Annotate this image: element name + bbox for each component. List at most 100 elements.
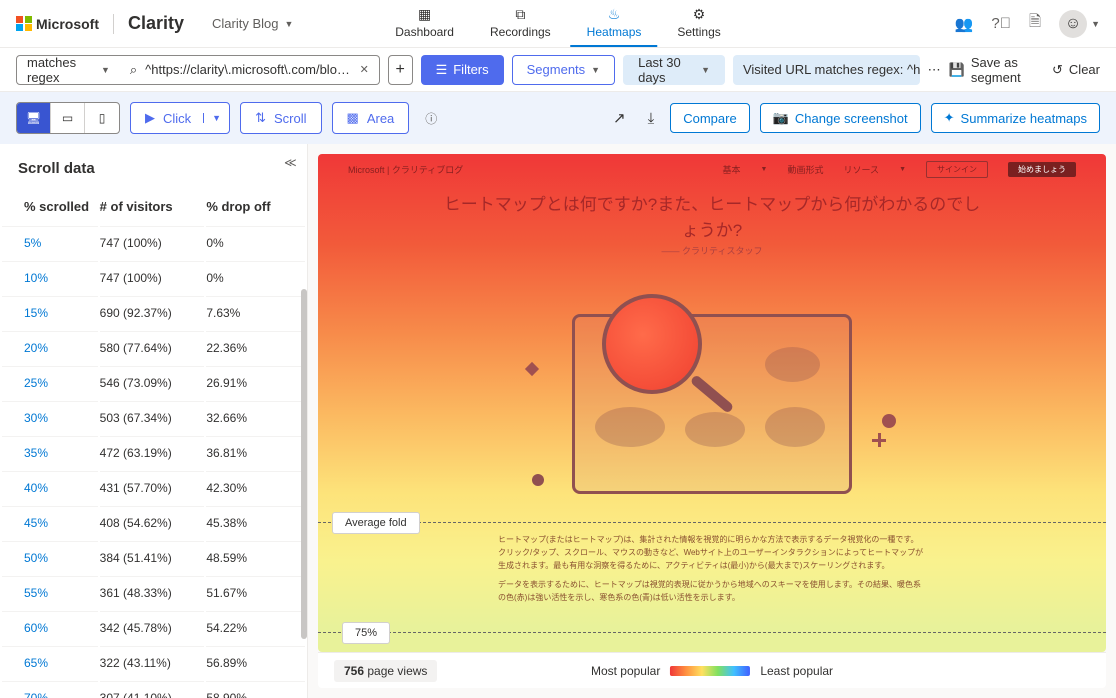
- preview-body: データを表示するために、ヒートマップは視覚的表現に従かうから地域へのスキーマを使…: [498, 579, 926, 605]
- header-right: 👥 ?⃝ 🗎 ☺ ▼: [955, 10, 1100, 38]
- chevron-down-icon: ▼: [1091, 19, 1100, 29]
- visitors-cell: 580 (77.64%): [100, 331, 205, 364]
- scroll-pct-link[interactable]: 20%: [2, 331, 98, 364]
- table-row: 20%580 (77.64%)22.36%: [2, 331, 305, 364]
- table-row: 10%747 (100%)0%: [2, 261, 305, 294]
- scroll-pct-link[interactable]: 5%: [2, 226, 98, 259]
- info-icon[interactable]: ⓘ: [425, 110, 437, 127]
- chevron-down-icon: ▼: [101, 65, 110, 75]
- scroll-pct-link[interactable]: 65%: [2, 646, 98, 679]
- scroll-pct-link[interactable]: 60%: [2, 611, 98, 644]
- visitors-cell: 503 (67.34%): [100, 401, 205, 434]
- panel-title: Scroll data: [0, 144, 307, 187]
- table-row: 50%384 (51.41%)48.59%: [2, 541, 305, 574]
- nav-heatmaps[interactable]: ♨ Heatmaps: [571, 1, 658, 47]
- table-row: 5%747 (100%)0%: [2, 226, 305, 259]
- camera-icon: 📷: [773, 110, 789, 126]
- scroll-pct-link[interactable]: 15%: [2, 296, 98, 329]
- col-scrolled: % scrolled: [2, 189, 98, 224]
- scroll-pct-link[interactable]: 70%: [2, 681, 98, 698]
- visitors-cell: 307 (41.10%): [100, 681, 205, 698]
- dropoff-cell: 48.59%: [206, 541, 305, 574]
- project-dropdown[interactable]: Clarity Blog ▼: [212, 16, 293, 31]
- table-row: 25%546 (73.09%)26.91%: [2, 366, 305, 399]
- compare-button[interactable]: Compare: [670, 103, 749, 133]
- scroll-pct-link[interactable]: 50%: [2, 541, 98, 574]
- visitors-cell: 431 (57.70%): [100, 471, 205, 504]
- date-range-dropdown[interactable]: Last 30 days ▼: [623, 55, 725, 85]
- col-dropoff: % drop off: [206, 189, 305, 224]
- scroll-heatmap-button[interactable]: ⇅ Scroll: [240, 102, 321, 134]
- download-icon[interactable]: ⤓: [642, 110, 661, 127]
- scroll-pct-link[interactable]: 10%: [2, 261, 98, 294]
- desktop-view-button[interactable]: 🖥: [17, 103, 51, 133]
- table-row: 70%307 (41.10%)58.90%: [2, 681, 305, 698]
- tablet-view-button[interactable]: ▭: [51, 103, 85, 133]
- preview-header: Microsoft | クラリティブログ 基本 ▼ 動画形式 リソース ▼ サイ…: [318, 154, 1106, 184]
- nav-recordings[interactable]: ⧉ Recordings: [474, 1, 567, 47]
- mobile-view-button[interactable]: ▯: [85, 103, 119, 133]
- nav-dashboard[interactable]: ▦ Dashboard: [379, 1, 470, 47]
- visitors-cell: 408 (54.62%): [100, 506, 205, 539]
- page-views-badge: 756 page views: [334, 660, 437, 682]
- feedback-icon[interactable]: 🗎: [1029, 11, 1041, 36]
- average-fold-marker: Average fold: [332, 512, 420, 534]
- save-icon: 💾: [949, 62, 965, 78]
- visitors-cell: 690 (92.37%): [100, 296, 205, 329]
- preview-subtitle: —— クラリティスタッフ: [318, 244, 1106, 257]
- summarize-button[interactable]: ✦ Summarize heatmaps: [931, 103, 1100, 133]
- magnifier-icon: [602, 294, 702, 394]
- scroll-pct-link[interactable]: 35%: [2, 436, 98, 469]
- visited-url-chip[interactable]: Visited URL matches regex: ^https:/: [733, 55, 920, 85]
- filter-bar: matches regex ▼ ⌕ ^https://clarity\.micr…: [0, 48, 1116, 92]
- scroll-pct-link[interactable]: 55%: [2, 576, 98, 609]
- close-icon[interactable]: ✕: [360, 63, 369, 76]
- microsoft-text: Microsoft: [36, 16, 99, 32]
- filters-button[interactable]: ☰ Filters: [421, 55, 504, 85]
- nav-settings[interactable]: ⚙ Settings: [661, 1, 736, 47]
- visitors-cell: 747 (100%): [100, 226, 205, 259]
- dropoff-cell: 0%: [206, 261, 305, 294]
- dropoff-cell: 54.22%: [206, 611, 305, 644]
- url-search-input[interactable]: ⌕ ^https://clarity\.microsoft\.com/blog/…: [120, 55, 380, 85]
- collapse-panel-icon[interactable]: ≫: [284, 156, 297, 170]
- area-heatmap-button[interactable]: ▩ Area: [332, 102, 410, 134]
- microsoft-icon: [16, 16, 32, 32]
- top-header: Microsoft Clarity Clarity Blog ▼ ▦ Dashb…: [0, 0, 1116, 48]
- scroll-pct-link[interactable]: 30%: [2, 401, 98, 434]
- dropoff-cell: 51.67%: [206, 576, 305, 609]
- dropoff-cell: 45.38%: [206, 506, 305, 539]
- main-content: ≫ Scroll data % scrolled # of visitors %…: [0, 144, 1116, 698]
- dropoff-cell: 56.89%: [206, 646, 305, 679]
- people-icon[interactable]: 👥: [955, 15, 974, 33]
- help-icon[interactable]: ?⃝: [991, 15, 1011, 32]
- save-segment-button[interactable]: 💾 Save as segment: [949, 55, 1036, 85]
- chevron-down-icon: ▼: [203, 113, 221, 123]
- scroll-pct-link[interactable]: 45%: [2, 506, 98, 539]
- scroll-pct-link[interactable]: 40%: [2, 471, 98, 504]
- microsoft-logo[interactable]: Microsoft: [16, 16, 99, 32]
- dropoff-cell: 58.90%: [206, 681, 305, 698]
- clear-button[interactable]: ↺ Clear: [1052, 62, 1100, 78]
- preview-signin: サインイン: [926, 161, 988, 178]
- match-mode-dropdown[interactable]: matches regex ▼: [16, 55, 121, 85]
- table-row: 35%472 (63.19%)36.81%: [2, 436, 305, 469]
- scroll-data-panel: ≫ Scroll data % scrolled # of visitors %…: [0, 144, 308, 698]
- segments-button[interactable]: Segments ▼: [512, 55, 615, 85]
- sparkle-icon: ✦: [944, 110, 955, 126]
- click-heatmap-button[interactable]: ▶ Click ▼: [130, 102, 230, 134]
- account-dropdown[interactable]: ☺ ▼: [1059, 10, 1100, 38]
- add-filter-button[interactable]: +: [388, 55, 413, 85]
- change-screenshot-button[interactable]: 📷 Change screenshot: [760, 103, 921, 133]
- heatmap-canvas[interactable]: Microsoft | クラリティブログ 基本 ▼ 動画形式 リソース ▼ サイ…: [318, 154, 1106, 652]
- scrollbar[interactable]: [301, 289, 307, 639]
- recordings-icon: ⧉: [512, 7, 528, 23]
- avatar-icon: ☺: [1059, 10, 1087, 38]
- heatmap-legend: Most popular Least popular: [591, 664, 833, 678]
- table-row: 40%431 (57.70%)42.30%: [2, 471, 305, 504]
- share-icon[interactable]: ↗: [607, 109, 632, 127]
- scroll-pct-link[interactable]: 25%: [2, 366, 98, 399]
- col-visitors: # of visitors: [100, 189, 205, 224]
- more-icon[interactable]: ⋯: [928, 62, 941, 78]
- chevron-down-icon: ▼: [701, 65, 710, 75]
